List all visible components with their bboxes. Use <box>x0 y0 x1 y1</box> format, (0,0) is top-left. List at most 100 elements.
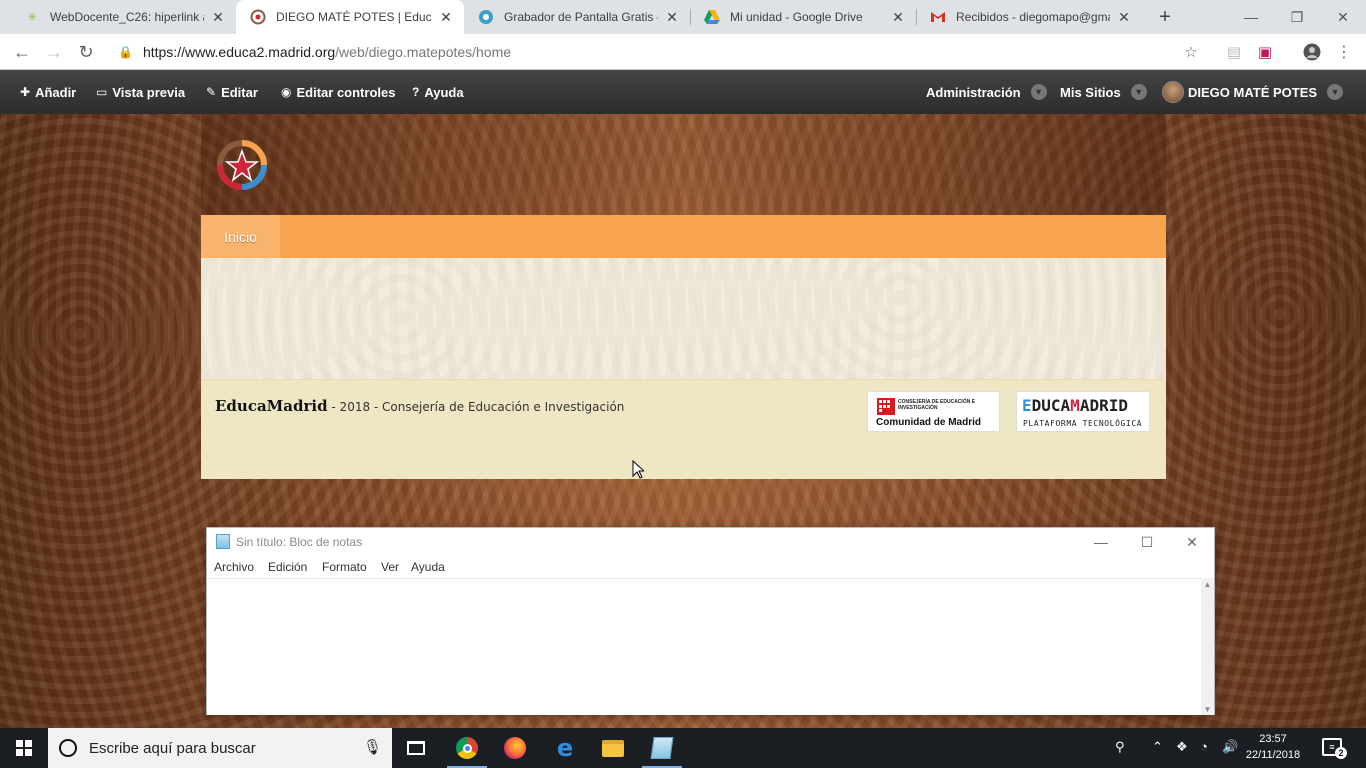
educamadrid-icon <box>250 9 266 25</box>
google-drive-icon <box>704 9 720 25</box>
menu-ver[interactable]: Ver <box>381 560 399 574</box>
profile-avatar-icon[interactable] <box>1302 42 1322 62</box>
tab-webdocente[interactable]: ✳ WebDocente_C26: hiperlink ab ✕ <box>10 0 236 34</box>
show-hidden-icons-chevron-icon[interactable]: ⌃ <box>1152 739 1163 755</box>
menu-edicion[interactable]: Edición <box>268 560 307 574</box>
taskbar-clock[interactable]: 23:57 22/11/2018 <box>1240 731 1306 763</box>
em-logo-title: EDUCAMADRID <box>1022 396 1128 415</box>
taskbar-edge[interactable]: e <box>541 728 589 768</box>
taskbar-file-explorer[interactable] <box>589 728 637 768</box>
gmail-icon <box>930 9 946 25</box>
comunidad-madrid-logo[interactable]: CONSEJERÍA DE EDUCACIÓN E INVESTIGACIÓN … <box>867 391 1000 432</box>
screen-recorder-extension-icon[interactable]: ▣ <box>1255 42 1275 62</box>
url-host: https://www.educa2.madrid.org <box>142 44 336 60</box>
close-tab-icon[interactable]: ✕ <box>210 9 226 25</box>
chevron-down-icon: ▼ <box>1030 84 1047 100</box>
user-menu[interactable]: DIEGO MATÉ POTES ▼ <box>1162 70 1344 114</box>
notepad-maximize-icon[interactable]: ☐ <box>1124 528 1170 556</box>
em-logo-letter: M <box>1070 396 1080 415</box>
notepad-menubar: Archivo Edición Formato Ver Ayuda <box>207 556 1214 578</box>
mouse-cursor-icon <box>632 460 644 479</box>
notepad-scrollbar[interactable]: ▲ ▼ <box>1201 578 1214 715</box>
screen-recorder-icon <box>478 9 494 25</box>
em-logo-letter: E <box>1022 396 1032 415</box>
cortana-icon <box>59 739 77 757</box>
notepad-minimize-icon[interactable]: — <box>1078 528 1124 556</box>
site-container: Inicio EducaMadrid - 2018 - Consejería d… <box>201 114 1166 479</box>
close-tab-icon[interactable]: ✕ <box>890 9 906 25</box>
add-button[interactable]: ✚ Añadir <box>20 70 76 114</box>
site-header <box>201 114 1166 215</box>
tab-title: Grabador de Pantalla Gratis – <box>504 10 658 24</box>
close-tab-icon[interactable]: ✕ <box>438 9 454 25</box>
dropbox-icon[interactable]: ❖ <box>1176 739 1188 755</box>
reload-icon[interactable]: ↻ <box>74 40 98 64</box>
edit-button[interactable]: ✎ Editar <box>206 70 258 114</box>
site-footer: EducaMadrid - 2018 - Consejería de Educa… <box>201 379 1166 479</box>
edit-controls-button[interactable]: ◉ Editar controles <box>281 70 395 114</box>
people-icon[interactable]: ⚲ <box>1115 739 1125 755</box>
site-logo[interactable] <box>215 139 269 191</box>
scroll-up-icon[interactable]: ▲ <box>1201 578 1214 590</box>
taskbar-notepad[interactable] <box>638 728 686 768</box>
administration-label: Administración <box>926 84 1021 100</box>
scroll-down-icon[interactable]: ▼ <box>1201 703 1214 715</box>
task-view-button[interactable] <box>392 728 440 768</box>
forward-icon[interactable]: → <box>42 40 66 64</box>
my-sites-menu[interactable]: Mis Sitios ▼ <box>1060 70 1147 114</box>
notepad-app-icon <box>650 737 674 759</box>
restore-icon[interactable]: ❐ <box>1274 0 1320 34</box>
microphone-icon[interactable]: 🎙 <box>363 738 382 756</box>
notepad-icon <box>216 534 230 549</box>
cm-logo-title: Comunidad de Madrid <box>876 417 981 428</box>
educamadrid-logo[interactable]: EDUCAMADRID PLATAFORMA TECNOLÓGICA <box>1016 391 1150 432</box>
preview-button[interactable]: ▭ Vista previa <box>96 70 185 114</box>
volume-icon[interactable]: 🔊 <box>1222 739 1238 755</box>
administration-menu[interactable]: Administración ▼ <box>926 70 1047 114</box>
tab-educamadrid[interactable]: DIEGO MATÉ POTES | EducaM ✕ <box>236 0 464 34</box>
start-button[interactable] <box>0 728 48 768</box>
close-tab-icon[interactable]: ✕ <box>664 9 680 25</box>
taskbar-chrome[interactable] <box>443 728 491 768</box>
back-icon[interactable]: ← <box>10 40 34 64</box>
notepad-close-icon[interactable]: ✕ <box>1169 528 1215 556</box>
address-bar[interactable]: 🔒 https://www.educa2.madrid.org/web/dieg… <box>110 38 1210 66</box>
wifi-icon[interactable]: ◔ <box>1200 739 1208 754</box>
add-label: Añadir <box>35 84 77 100</box>
windows-logo-icon <box>16 740 32 756</box>
notepad-titlebar[interactable]: Sin título: Bloc de notas — ☐ ✕ <box>207 528 1214 556</box>
new-tab-button[interactable]: + <box>1153 5 1177 29</box>
taskbar-firefox[interactable] <box>491 728 539 768</box>
action-center-icon[interactable]: ≡ 2 <box>1322 738 1347 759</box>
close-window-icon[interactable]: ✕ <box>1320 0 1366 34</box>
preview-label: Vista previa <box>112 84 186 100</box>
nav-item-inicio[interactable]: Inicio <box>201 215 280 258</box>
extension-icon[interactable]: ▤ <box>1224 42 1244 62</box>
notepad-text-area[interactable] <box>207 578 1201 715</box>
tab-google-drive[interactable]: Mi unidad - Google Drive ✕ <box>690 0 916 34</box>
minimize-icon[interactable]: — <box>1228 0 1274 34</box>
admin-dock: ✚ Añadir ▭ Vista previa ✎ Editar ◉ Editar co… <box>0 70 1366 114</box>
leaf-icon: ✳ <box>26 10 38 24</box>
menu-formato[interactable]: Formato <box>322 560 367 574</box>
help-button[interactable]: ? Ayuda <box>412 70 464 114</box>
close-tab-icon[interactable]: ✕ <box>1116 9 1132 25</box>
eye-icon: ◉ <box>281 85 292 99</box>
my-sites-label: Mis Sitios <box>1060 84 1121 100</box>
tab-gmail[interactable]: Recibidos - diegomapo@gma ✕ <box>916 0 1142 34</box>
bookmark-star-icon[interactable]: ☆ <box>1181 42 1201 62</box>
menu-ayuda[interactable]: Ayuda <box>411 560 445 574</box>
tab-screen-recorder[interactable]: Grabador de Pantalla Gratis – ✕ <box>464 0 690 34</box>
firefox-icon <box>504 737 526 759</box>
taskbar-search-box[interactable]: Escribe aquí para buscar 🎙 <box>48 728 392 768</box>
question-icon: ? <box>412 85 420 99</box>
monitor-icon: ▭ <box>96 85 108 99</box>
menu-kebab-icon[interactable]: ⋮ <box>1334 42 1354 62</box>
notepad-window: Sin título: Bloc de notas — ☐ ✕ Archivo … <box>206 527 1215 715</box>
clock-time: 23:57 <box>1259 733 1287 745</box>
search-placeholder: Escribe aquí para buscar <box>89 739 256 757</box>
tab-title: Recibidos - diegomapo@gma <box>956 10 1110 24</box>
menu-archivo[interactable]: Archivo <box>214 560 254 574</box>
windows-taskbar: Escribe aquí para buscar 🎙 e ⚲ ⌃ ❖ ◔ 🔊 2… <box>0 728 1366 768</box>
edit-controls-label: Editar controles <box>296 84 396 100</box>
